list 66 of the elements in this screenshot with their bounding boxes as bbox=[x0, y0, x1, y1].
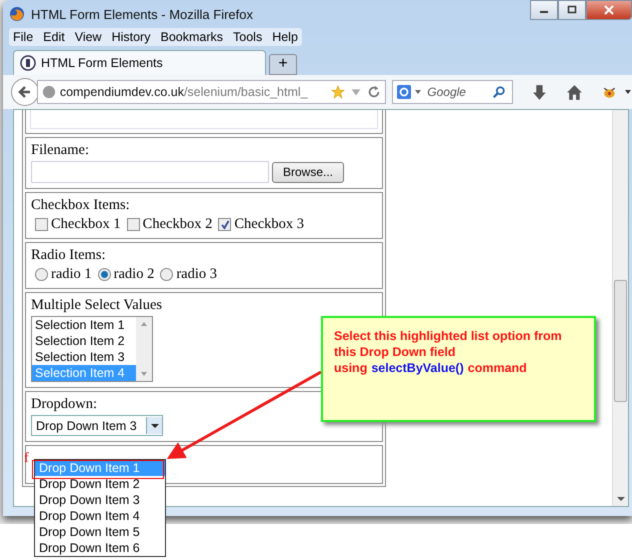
list-option[interactable]: Selection Item 1 bbox=[32, 317, 136, 333]
reload-icon[interactable] bbox=[367, 85, 382, 99]
list-option[interactable]: Selection Item 2 bbox=[32, 333, 136, 349]
checkbox[interactable] bbox=[126, 218, 140, 231]
menu-item[interactable]: View bbox=[74, 30, 102, 44]
window-title: HTML Form Elements - Mozilla Firefox bbox=[31, 6, 253, 22]
checkbox-label: Checkbox 2 bbox=[142, 216, 212, 233]
search-engine-icon[interactable] bbox=[397, 85, 412, 99]
radio-label: radio 1 bbox=[51, 266, 92, 283]
minimize-button[interactable] bbox=[530, 0, 558, 20]
menu-item[interactable]: Bookmarks bbox=[160, 30, 224, 44]
menu-item[interactable]: History bbox=[112, 30, 150, 44]
multi-select-list[interactable]: Selection Item 1 Selection Item 2 Selection Item 3 Selection Item 4 bbox=[31, 316, 153, 382]
radio-label: radio 3 bbox=[176, 266, 218, 283]
back-button[interactable] bbox=[11, 78, 39, 106]
scrollbar[interactable] bbox=[612, 110, 628, 506]
scrollbar[interactable] bbox=[136, 317, 152, 381]
dropdown-arrow-icon[interactable] bbox=[414, 88, 422, 96]
menu-arrow-icon[interactable] bbox=[624, 88, 632, 96]
text: f bbox=[24, 451, 29, 466]
search-field[interactable]: Google bbox=[392, 80, 514, 104]
search-icon[interactable] bbox=[492, 85, 506, 99]
field-label: Checkbox Items: bbox=[31, 197, 131, 214]
field-label: Radio Items: bbox=[31, 247, 107, 264]
dropdown-option[interactable]: Drop Down Item 6 bbox=[35, 540, 165, 556]
checkbox-label: Checkbox 3 bbox=[234, 216, 304, 233]
dropdown-option[interactable]: Drop Down Item 3 bbox=[35, 492, 165, 508]
site-icon bbox=[20, 55, 36, 71]
browser-tab[interactable]: HTML Form Elements bbox=[13, 50, 266, 75]
scroll-down-icon[interactable] bbox=[616, 496, 624, 502]
checkbox-label: Checkbox 1 bbox=[51, 216, 121, 233]
scroll-up-icon[interactable] bbox=[140, 321, 148, 327]
menu-item[interactable]: Help bbox=[272, 30, 298, 44]
radio-button[interactable] bbox=[98, 268, 111, 281]
caret-icon bbox=[150, 422, 158, 428]
dropdown-option[interactable]: Drop Down Item 4 bbox=[35, 508, 165, 524]
menu-item[interactable]: Tools bbox=[233, 30, 262, 44]
home-icon[interactable] bbox=[566, 84, 584, 100]
menu-item[interactable]: File bbox=[13, 30, 34, 44]
menu-item[interactable]: Edit bbox=[43, 30, 65, 44]
star-icon[interactable] bbox=[331, 85, 346, 99]
radio-button[interactable] bbox=[160, 268, 174, 281]
list-option[interactable]: Selection Item 3 bbox=[32, 349, 136, 365]
address-bar[interactable]: compendiumdev.co.uk/selenium/basic_html_ bbox=[36, 80, 386, 104]
checkbox[interactable] bbox=[218, 218, 232, 231]
callout-text: Select this highlighted list option from this Drop Down field using selectByValue() command bbox=[334, 328, 563, 376]
maximize-button[interactable] bbox=[558, 0, 586, 20]
radio-label: radio 2 bbox=[114, 266, 154, 283]
dropdown-option[interactable]: Drop Down Item 5 bbox=[35, 524, 165, 540]
close-icon bbox=[604, 5, 614, 15]
radio-button[interactable] bbox=[35, 268, 48, 281]
browser-logo-icon bbox=[9, 6, 25, 22]
dropdown-option[interactable]: Drop Down Item 2 bbox=[35, 476, 165, 492]
maximize-icon bbox=[567, 5, 577, 15]
file-path-field[interactable] bbox=[31, 161, 269, 183]
new-tab-button[interactable]: + bbox=[269, 54, 297, 75]
browse-button[interactable]: Browse... bbox=[272, 162, 344, 182]
dropdown-select[interactable]: Drop Down Item 3 bbox=[31, 415, 163, 436]
field-label: Multiple Select Values bbox=[31, 297, 164, 314]
download-icon[interactable] bbox=[531, 84, 548, 100]
back-arrow-icon bbox=[16, 84, 33, 100]
close-button[interactable] bbox=[586, 0, 632, 20]
field-label: Dropdown: bbox=[31, 396, 98, 413]
globe-icon bbox=[42, 85, 56, 99]
checkbox[interactable] bbox=[35, 218, 48, 231]
field-label: Filename: bbox=[31, 142, 90, 159]
